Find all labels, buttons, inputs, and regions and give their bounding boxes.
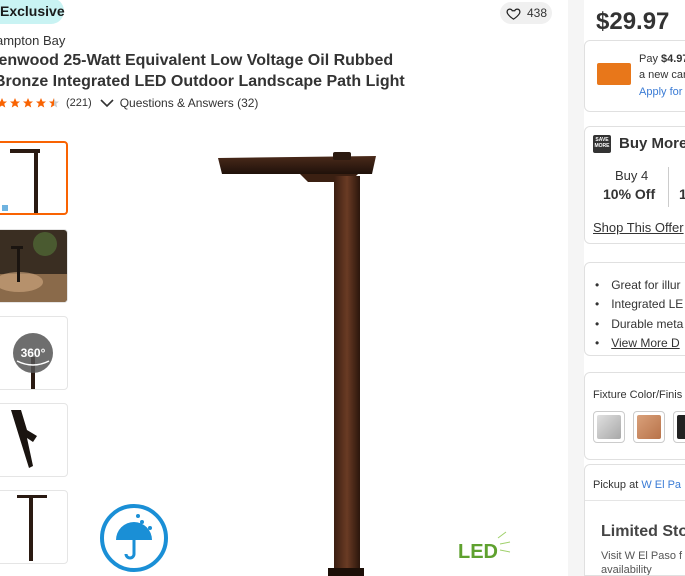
star-icon — [10, 98, 20, 108]
star-rating[interactable] — [0, 97, 60, 109]
favorite-count: 438 — [527, 6, 548, 20]
store-link[interactable]: W El Pa — [641, 479, 681, 491]
highlights: Great for illur Integrated LE Durable me… — [584, 262, 685, 356]
rotate-360-icon: 360° — [13, 333, 53, 389]
shop-offer-link[interactable]: Shop This Offer — [593, 220, 684, 235]
column-divider — [568, 0, 584, 576]
divider — [585, 500, 685, 501]
thumb-lifestyle-night[interactable] — [0, 229, 68, 303]
fixture-color-label: Fixture Color/Finis — [593, 389, 683, 401]
thumb-stake[interactable] — [0, 403, 68, 477]
weather-badge — [100, 504, 168, 572]
fixture-color-selector: Fixture Color/Finis — [584, 372, 685, 460]
tier-divider — [668, 167, 669, 207]
chevron-down-icon — [100, 99, 114, 108]
rating-row: (221) Questions & Answers (32) — [0, 96, 258, 110]
thumb-product-front[interactable] — [0, 141, 68, 215]
stock-status: Limited Sto — [601, 523, 685, 540]
path-light-thumbnail — [2, 149, 40, 213]
tier-discount-2: 1 — [679, 186, 685, 202]
questions-answers-link[interactable]: Questions & Answers (32) — [100, 96, 259, 110]
svg-text:360°: 360° — [21, 346, 46, 360]
path-light-side-image — [17, 495, 47, 561]
pay-text: Pay $4.97 — [639, 53, 685, 65]
pickup-section: Pickup at W El Pa Limited Sto Visit W El… — [584, 464, 685, 576]
main-product-image[interactable]: LED — [88, 140, 568, 576]
highlight-item: Durable meta — [595, 314, 683, 334]
lifestyle-photo — [0, 230, 67, 302]
thumb-360-view[interactable]: 360° — [0, 316, 68, 390]
ground-stake-image — [11, 410, 37, 468]
new-card-text: a new car — [639, 69, 685, 81]
thumb-product-side[interactable] — [0, 490, 68, 564]
save-more-icon: SAVE MORE — [593, 135, 611, 153]
apply-link[interactable]: Apply for — [639, 86, 682, 98]
price: $29.97 — [596, 8, 670, 35]
brand-link[interactable]: ampton Bay — [0, 33, 65, 48]
pickup-line: Pickup at W El Pa — [593, 479, 682, 491]
qa-label: Questions & Answers (32) — [119, 96, 259, 110]
buy-more-title: Buy More — [619, 135, 685, 152]
credit-card-icon — [597, 63, 631, 85]
highlight-item: Great for illur — [595, 275, 683, 295]
review-count[interactable]: (221) — [66, 97, 92, 109]
swatch-silver[interactable] — [593, 411, 625, 443]
half-star-icon — [49, 98, 59, 108]
view-more-details-link[interactable]: View More D — [595, 334, 683, 354]
svg-text:LED: LED — [458, 541, 498, 563]
tier-discount: 10% Off — [603, 186, 656, 202]
star-icon — [0, 98, 7, 108]
favorite-button[interactable]: 438 — [500, 2, 552, 24]
exclusive-badge: Exclusive — [0, 0, 65, 24]
path-light-image: LED — [100, 152, 511, 576]
visit-store-text: Visit W El Paso f availability — [601, 550, 683, 576]
highlight-item: Integrated LE — [595, 295, 683, 315]
tier-qty: Buy 4 — [615, 168, 649, 183]
product-title: lenwood 25-Watt Equivalent Low Voltage O… — [0, 52, 405, 90]
heart-icon — [506, 7, 521, 20]
credit-card-offer[interactable]: Pay $4.97 a new car Apply for — [584, 40, 685, 112]
swatch-copper[interactable] — [633, 411, 665, 443]
led-badge: LED — [458, 531, 511, 563]
star-icon — [36, 98, 46, 108]
star-icon — [23, 98, 33, 108]
swatch-black[interactable] — [673, 411, 685, 443]
buy-more-save-more: SAVE MORE Buy More Buy 4 10% Off 1 Shop … — [584, 126, 685, 244]
